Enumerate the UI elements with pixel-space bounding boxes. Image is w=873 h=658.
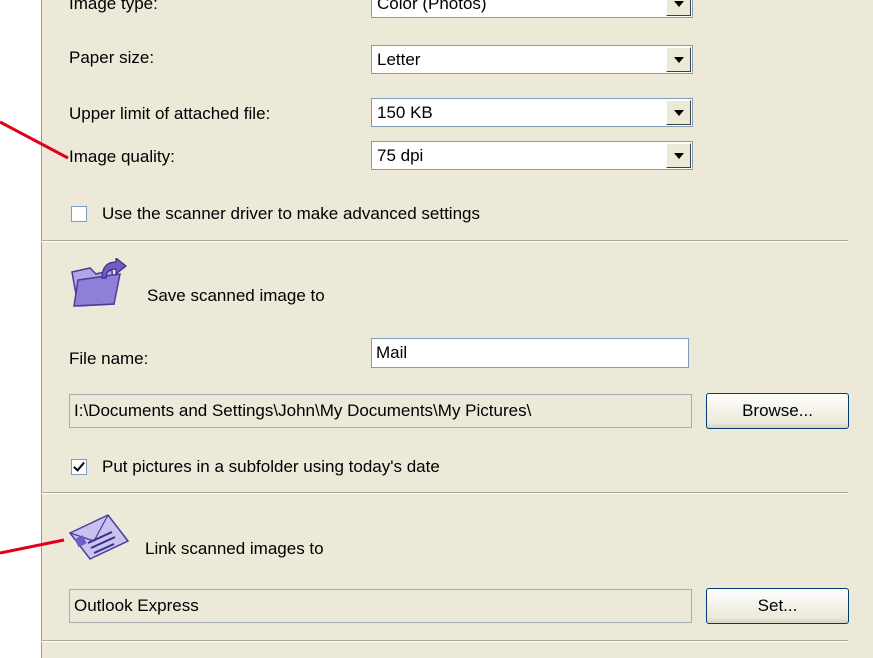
subfolder-label[interactable]: Put pictures in a subfolder using today'… <box>102 457 440 477</box>
advanced-settings-label[interactable]: Use the scanner driver to make advanced … <box>102 204 480 224</box>
upper-limit-dropdown[interactable]: 150 KB <box>371 98 693 127</box>
link-program-field: Outlook Express <box>69 589 692 623</box>
link-section-heading: Link scanned images to <box>145 539 324 558</box>
paper-size-dropdown[interactable]: Letter <box>371 45 693 74</box>
image-quality-dropdown[interactable]: 75 dpi <box>371 141 693 170</box>
file-name-value: Mail <box>376 343 408 362</box>
link-program-value: Outlook Express <box>74 596 199 615</box>
image-type-dropdown[interactable]: Color (Photos) <box>371 0 693 18</box>
save-path-value: I:\Documents and Settings\John\My Docume… <box>74 401 532 420</box>
upper-limit-value: 150 KB <box>377 103 433 122</box>
chevron-down-icon[interactable] <box>666 100 691 125</box>
chevron-down-icon[interactable] <box>666 0 691 16</box>
section-divider <box>41 640 848 642</box>
file-name-input[interactable]: Mail <box>371 338 689 368</box>
chevron-down-icon[interactable] <box>666 143 691 168</box>
set-button[interactable]: Set... <box>706 588 849 624</box>
subfolder-checkbox[interactable] <box>71 459 87 475</box>
save-section-heading: Save scanned image to <box>147 286 325 305</box>
email-envelope-icon <box>64 511 132 566</box>
advanced-settings-checkbox[interactable] <box>71 206 87 222</box>
paper-size-label: Paper size: <box>69 48 155 67</box>
save-path-field: I:\Documents and Settings\John\My Docume… <box>69 394 692 428</box>
paper-size-value: Letter <box>377 50 421 69</box>
image-type-label: Image type: <box>69 0 158 13</box>
folder-arrow-icon <box>68 256 128 315</box>
file-name-label: File name: <box>69 349 149 368</box>
section-divider <box>41 492 848 494</box>
image-quality-label: Image quality: <box>69 147 175 166</box>
image-quality-value: 75 dpi <box>377 146 424 165</box>
upper-limit-label: Upper limit of attached file: <box>69 104 271 123</box>
image-type-value: Color (Photos) <box>377 0 487 13</box>
chevron-down-icon[interactable] <box>666 47 691 72</box>
section-divider <box>41 240 848 242</box>
browse-button[interactable]: Browse... <box>706 393 849 429</box>
